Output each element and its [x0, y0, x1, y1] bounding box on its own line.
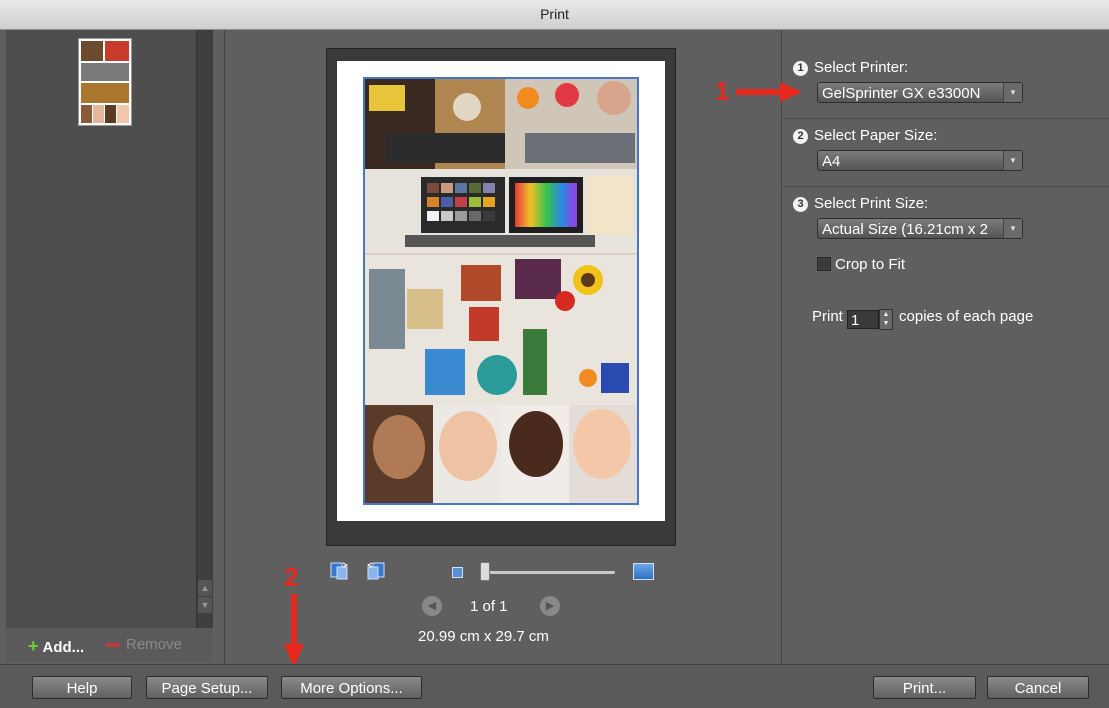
- crop-to-fit-checkbox[interactable]: Crop to Fit: [817, 256, 905, 273]
- copies-input[interactable]: 1: [847, 310, 880, 329]
- photo-collage: [363, 77, 639, 505]
- zoom-out-icon[interactable]: [452, 567, 463, 578]
- add-button[interactable]: + Add...: [28, 636, 84, 657]
- annotation-number-2: 2: [284, 562, 299, 592]
- printer-select[interactable]: GelSprinter GX e3300N ▼: [817, 82, 1023, 103]
- select-paper-label: 2 Select Paper Size:: [793, 127, 937, 144]
- print-size-select[interactable]: Actual Size (16.21cm x 2 ▼: [817, 218, 1023, 239]
- minus-icon: [106, 643, 120, 648]
- paper-sheet: [337, 61, 665, 521]
- select-printer-label: 1 Select Printer:: [793, 59, 908, 76]
- copies-stepper[interactable]: ▲ ▼: [879, 309, 894, 330]
- zoom-in-icon[interactable]: [633, 563, 654, 580]
- thumbnail-scrollbar[interactable]: ▲ ▼: [196, 30, 213, 628]
- remove-button[interactable]: Remove: [106, 636, 182, 653]
- rotate-left-icon[interactable]: [329, 561, 349, 581]
- chevron-down-icon: ▼: [1003, 83, 1022, 102]
- print-button[interactable]: Print...: [873, 676, 976, 699]
- copies-row: Print 1 ▲ ▼ copies of each page: [812, 308, 1033, 330]
- help-button[interactable]: Help: [32, 676, 132, 699]
- thumbnail-footer: + Add... Remove: [6, 628, 212, 662]
- chevron-down-icon: ▼: [1003, 219, 1022, 238]
- annotation-arrow-right-icon: [736, 82, 802, 102]
- divider: [224, 30, 225, 664]
- page-size-label: 20.99 cm x 29.7 cm: [418, 628, 549, 645]
- more-options-button[interactable]: More Options...: [281, 676, 422, 699]
- annotation-arrow-down-icon: [284, 594, 304, 668]
- settings-panel: 1 Select Printer: GelSprinter GX e3300N ▼ …: [783, 30, 1109, 664]
- annotation-number-1: 1: [715, 76, 730, 106]
- previous-page-button[interactable]: ◀: [422, 596, 442, 616]
- copies-prefix-label: Print: [812, 308, 843, 325]
- page-thumbnail[interactable]: [78, 38, 132, 126]
- cancel-button[interactable]: Cancel: [987, 676, 1089, 699]
- print-preview: [326, 48, 676, 546]
- next-page-button[interactable]: ▶: [540, 596, 560, 616]
- divider: [783, 118, 1109, 119]
- rotate-right-icon[interactable]: [366, 561, 386, 581]
- checkbox-icon[interactable]: [817, 257, 831, 271]
- divider: [783, 186, 1109, 187]
- button-bar: Help Page Setup... More Options... Print…: [0, 664, 1109, 708]
- divider: [781, 30, 782, 664]
- scroll-down-icon[interactable]: ▼: [198, 597, 212, 613]
- select-print-size-label: 3 Select Print Size:: [793, 195, 928, 212]
- paper-size-select[interactable]: A4 ▼: [817, 150, 1023, 171]
- window-title: Print: [0, 0, 1109, 30]
- copies-suffix-label: copies of each page: [899, 308, 1034, 325]
- scroll-up-icon[interactable]: ▲: [198, 580, 212, 596]
- zoom-slider[interactable]: [482, 571, 615, 574]
- plus-icon: +: [28, 636, 39, 656]
- chevron-down-icon: ▼: [1003, 151, 1022, 170]
- page-setup-button[interactable]: Page Setup...: [146, 676, 268, 699]
- thumbnail-panel: ▲ ▼: [6, 30, 213, 628]
- zoom-slider-thumb[interactable]: [480, 562, 490, 581]
- page-count: 1 of 1: [470, 598, 508, 615]
